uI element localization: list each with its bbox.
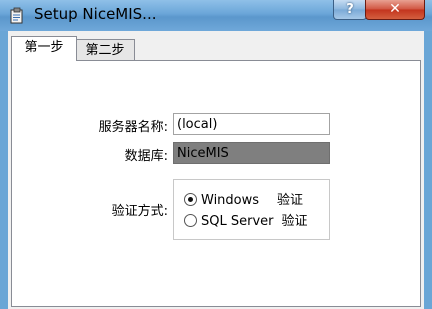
auth-option-windows[interactable]: Windows 验证: [184, 192, 303, 210]
auth-option-sqlserver-label: SQL Server: [201, 214, 274, 229]
tab-panel: 服务器名称: (local) 数据库: NiceMIS 验证方式: Window…: [11, 60, 421, 307]
window-title: Setup NiceMIS...: [34, 5, 157, 23]
dialog-client-area: 第一步 第二步 服务器名称: (local) 数据库: NiceMIS 验证方式…: [8, 31, 424, 309]
radio-windows-icon[interactable]: [184, 193, 197, 206]
auth-method-group: Windows 验证 SQL Server 验证: [173, 179, 330, 240]
server-name-label: 服务器名称:: [98, 120, 168, 135]
tab-step-2[interactable]: 第二步: [75, 39, 135, 61]
app-setup-icon: [10, 7, 23, 24]
auth-option-sqlserver-suffix: 验证: [281, 214, 308, 229]
auth-option-windows-label: Windows: [201, 193, 260, 208]
title-bar: Setup NiceMIS... ? ✕: [0, 0, 432, 31]
auth-method-label: 验证方式:: [111, 204, 168, 219]
auth-option-windows-suffix: 验证: [277, 193, 304, 208]
server-name-field[interactable]: (local): [173, 113, 330, 135]
database-label: 数据库:: [124, 149, 168, 164]
database-field[interactable]: NiceMIS: [173, 142, 330, 164]
auth-option-sqlserver[interactable]: SQL Server 验证: [184, 213, 308, 231]
radio-sqlserver-icon[interactable]: [184, 214, 197, 227]
tab-step-1[interactable]: 第一步: [11, 36, 77, 61]
close-button[interactable]: ✕: [365, 0, 425, 20]
help-button[interactable]: ?: [333, 0, 367, 20]
